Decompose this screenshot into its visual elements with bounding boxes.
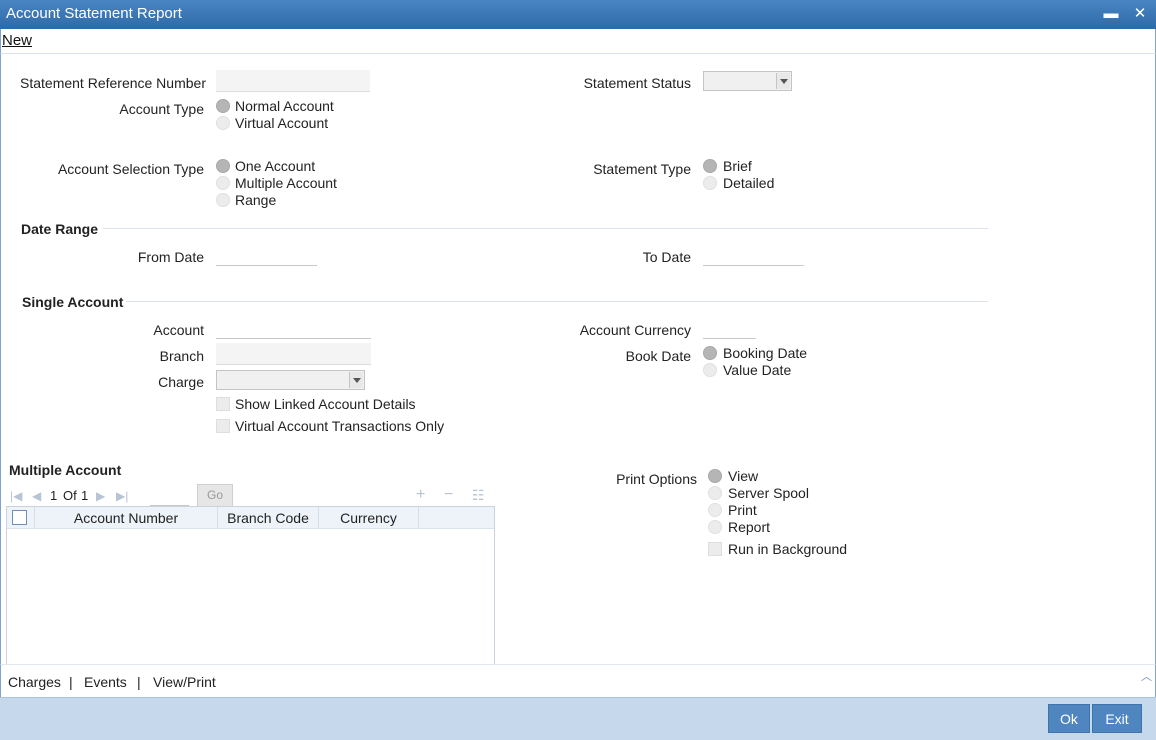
virtual-only-checkbox[interactable]	[216, 419, 230, 433]
selection-range-radio[interactable]	[216, 193, 230, 207]
book-date-value-label: Value Date	[723, 362, 792, 378]
collapse-chevron-icon[interactable]: ︿	[1141, 668, 1152, 684]
statement-status-select[interactable]	[703, 71, 792, 91]
page-of-label: Of	[63, 488, 77, 503]
single-account-divider	[126, 301, 988, 302]
grid-col-currency[interactable]: Currency	[319, 507, 419, 529]
single-account-section-title: Single Account	[22, 294, 124, 310]
selection-multiple-account-label: Multiple Account	[235, 175, 337, 191]
statement-type-brief-label: Brief	[723, 158, 752, 174]
first-page-icon[interactable]: |◀	[10, 489, 22, 503]
minimize-icon[interactable]: ▬	[1101, 4, 1121, 24]
statement-type-label: Statement Type	[593, 161, 691, 177]
new-menu-link[interactable]: New	[2, 32, 32, 49]
window-title-bar: Account Statement Report ▬ ✕	[0, 0, 1156, 29]
statement-type-brief-radio[interactable]	[703, 159, 717, 173]
statement-type-detailed-radio[interactable]	[703, 176, 717, 190]
date-range-divider	[103, 228, 988, 229]
dropdown-arrow-icon	[349, 372, 363, 388]
date-range-section-title: Date Range	[21, 221, 99, 237]
account-type-normal-radio[interactable]	[216, 99, 230, 113]
selection-range-label: Range	[235, 192, 277, 208]
tab-separator: |	[137, 674, 141, 690]
window-title: Account Statement Report	[6, 5, 182, 22]
grid-col-account-number[interactable]: Account Number	[35, 507, 218, 529]
delete-row-icon[interactable]: −	[444, 486, 453, 504]
print-view-radio[interactable]	[708, 469, 722, 483]
multiple-account-grid	[6, 506, 495, 664]
to-date-input[interactable]	[703, 244, 804, 266]
branch-input[interactable]	[216, 343, 371, 365]
selection-one-account-radio[interactable]	[216, 159, 230, 173]
go-button[interactable]: Go	[197, 484, 233, 507]
page-jump-input[interactable]	[150, 484, 189, 506]
statement-ref-label: Statement Reference Number	[20, 75, 206, 91]
selection-one-account-label: One Account	[235, 158, 316, 174]
print-report-radio[interactable]	[708, 520, 722, 534]
ok-button[interactable]: Ok	[1048, 704, 1090, 733]
account-type-normal-label: Normal Account	[235, 98, 334, 114]
account-input[interactable]	[216, 317, 371, 339]
select-all-checkbox[interactable]	[12, 510, 27, 525]
tab-charges[interactable]: Charges	[8, 674, 61, 690]
tab-events[interactable]: Events	[84, 674, 127, 690]
print-view-label: View	[728, 468, 759, 484]
last-page-icon[interactable]: ▶|	[116, 489, 128, 503]
dropdown-arrow-icon	[776, 73, 790, 89]
single-view-icon[interactable]: ☷	[472, 487, 485, 504]
footer-bar	[0, 697, 1156, 740]
account-label: Account	[153, 322, 204, 338]
grid-select-all-cell	[7, 507, 35, 529]
exit-button[interactable]: Exit	[1092, 704, 1142, 733]
book-date-label: Book Date	[625, 348, 691, 364]
account-type-label: Account Type	[119, 101, 204, 117]
show-linked-checkbox[interactable]	[216, 397, 230, 411]
account-type-virtual-radio[interactable]	[216, 116, 230, 130]
branch-label: Branch	[159, 348, 204, 364]
charge-label: Charge	[158, 374, 204, 390]
next-page-icon[interactable]: ▶	[96, 489, 105, 503]
book-date-booking-radio[interactable]	[703, 346, 717, 360]
book-date-booking-label: Booking Date	[723, 345, 808, 361]
close-icon[interactable]: ✕	[1130, 4, 1150, 24]
to-date-label: To Date	[642, 249, 691, 265]
book-date-value-radio[interactable]	[703, 363, 717, 377]
account-currency-label: Account Currency	[579, 322, 691, 338]
statement-type-detailed-label: Detailed	[723, 175, 775, 191]
show-linked-label: Show Linked Account Details	[235, 396, 416, 412]
account-selection-type-label: Account Selection Type	[57, 161, 204, 177]
selection-multiple-account-radio[interactable]	[216, 176, 230, 190]
from-date-input[interactable]	[216, 244, 317, 266]
run-background-checkbox[interactable]	[708, 542, 722, 556]
charge-select[interactable]	[216, 370, 365, 390]
from-date-label: From Date	[137, 249, 204, 265]
add-row-icon[interactable]: +	[416, 486, 425, 504]
tab-separator: |	[69, 674, 73, 690]
previous-page-icon[interactable]: ◀	[32, 489, 41, 503]
print-server-spool-label: Server Spool	[728, 485, 809, 501]
print-print-label: Print	[728, 502, 757, 518]
statement-ref-input[interactable]	[216, 70, 370, 92]
tab-view-print[interactable]: View/Print	[153, 674, 216, 690]
print-report-label: Report	[728, 519, 771, 535]
print-print-radio[interactable]	[708, 503, 722, 517]
menu-bar: New	[0, 29, 1156, 53]
print-options-label: Print Options	[616, 471, 697, 487]
statement-status-label: Statement Status	[583, 75, 691, 91]
grid-col-branch-code[interactable]: Branch Code	[218, 507, 319, 529]
virtual-only-label: Virtual Account Transactions Only	[235, 418, 445, 434]
page-total: 1	[81, 488, 89, 503]
page-current: 1	[50, 488, 58, 503]
print-server-spool-radio[interactable]	[708, 486, 722, 500]
account-currency-input[interactable]	[703, 317, 756, 339]
run-background-label: Run in Background	[728, 541, 848, 557]
account-type-virtual-label: Virtual Account	[235, 115, 329, 131]
multiple-account-section-title: Multiple Account	[9, 462, 122, 478]
